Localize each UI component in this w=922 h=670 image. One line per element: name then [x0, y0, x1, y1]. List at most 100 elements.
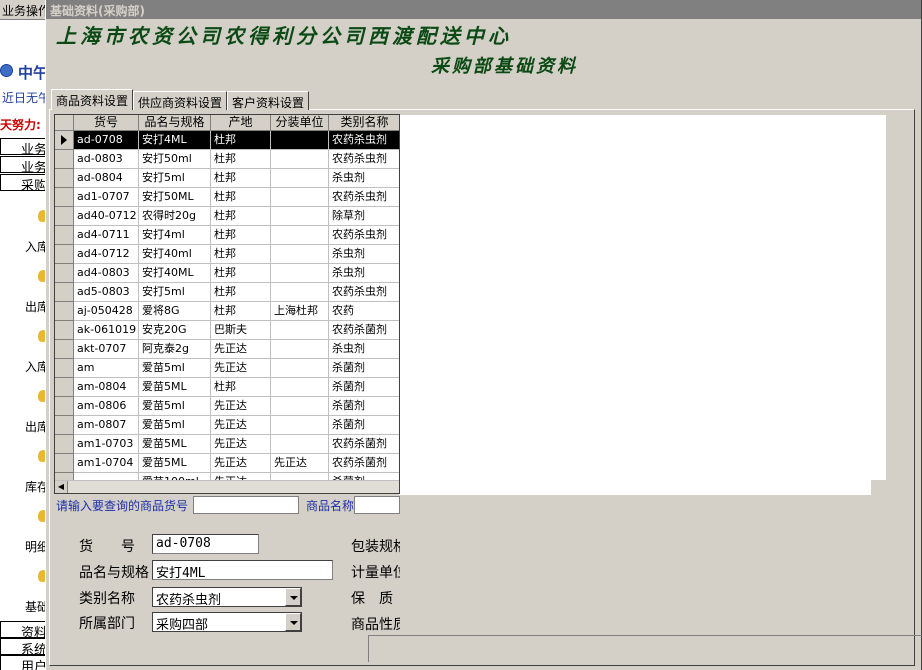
- table-row[interactable]: ad40-0712 农得时20g 杜邦 除草剂: [55, 207, 399, 226]
- cell-unit[interactable]: [271, 188, 329, 207]
- cell-category[interactable]: 杀菌剂: [329, 359, 399, 378]
- cell-origin[interactable]: 杜邦: [211, 226, 271, 245]
- row-indicator[interactable]: [55, 302, 74, 321]
- cell-name[interactable]: 安打50ML: [139, 188, 211, 207]
- cell-name[interactable]: 农得时20g: [139, 207, 211, 226]
- cell-unit[interactable]: [271, 131, 329, 150]
- search-name-input[interactable]: [354, 496, 400, 514]
- cell-name[interactable]: 爱苗5ML: [139, 435, 211, 454]
- cell-name[interactable]: 爱将8G: [139, 302, 211, 321]
- tab-customer-settings[interactable]: 客户资料设置: [227, 91, 310, 110]
- cell-category[interactable]: 杀菌剂: [329, 378, 399, 397]
- cell-unit[interactable]: [271, 435, 329, 454]
- cell-origin[interactable]: 杜邦: [211, 245, 271, 264]
- column-header-unit[interactable]: 分装单位: [271, 115, 329, 131]
- dialog-titlebar[interactable]: 基础资料(采购部): [46, 0, 921, 19]
- scroll-left-icon[interactable]: ◀: [55, 481, 68, 493]
- department-select[interactable]: 采购四部: [152, 612, 302, 632]
- chevron-down-icon[interactable]: [285, 588, 301, 606]
- cell-category[interactable]: 杀虫剂: [329, 169, 399, 188]
- cell-origin[interactable]: 先正达: [211, 416, 271, 435]
- product-grid[interactable]: 货号 品名与规格 产地 分装单位 类别名称 ad-0708 安打4ML 杜邦 农药杀虫…: [54, 114, 400, 494]
- row-indicator[interactable]: [55, 359, 74, 378]
- cell-origin[interactable]: 先正达: [211, 435, 271, 454]
- row-indicator[interactable]: [55, 397, 74, 416]
- bg-bottom-box-3[interactable]: 用户: [0, 655, 50, 670]
- cell-unit[interactable]: [271, 416, 329, 435]
- cell-unit[interactable]: [271, 283, 329, 302]
- cell-code[interactable]: ad-0804: [74, 169, 139, 188]
- cell-code[interactable]: ad1-0707: [74, 188, 139, 207]
- cell-code[interactable]: am-0806: [74, 397, 139, 416]
- row-indicator[interactable]: [55, 131, 74, 150]
- cell-category[interactable]: 农药: [329, 302, 399, 321]
- cell-name[interactable]: 安打40ML: [139, 264, 211, 283]
- cell-unit[interactable]: [271, 321, 329, 340]
- column-header-origin[interactable]: 产地: [211, 115, 271, 131]
- cell-name[interactable]: 安打5ml: [139, 283, 211, 302]
- cell-origin[interactable]: 先正达: [211, 397, 271, 416]
- cell-category[interactable]: 除草剂: [329, 207, 399, 226]
- cell-name[interactable]: 安打50ml: [139, 150, 211, 169]
- cell-category[interactable]: 杀虫剂: [329, 340, 399, 359]
- cell-origin[interactable]: 先正达: [211, 340, 271, 359]
- cell-code[interactable]: ad4-0712: [74, 245, 139, 264]
- column-header-name[interactable]: 品名与规格: [139, 115, 211, 131]
- table-row[interactable]: ad1-0707 安打50ML 杜邦 农药杀虫剂: [55, 188, 399, 207]
- cell-code[interactable]: am1-0704: [74, 454, 139, 473]
- cell-code[interactable]: am-0804: [74, 378, 139, 397]
- cell-category[interactable]: 农药杀菌剂: [329, 454, 399, 473]
- cell-unit[interactable]: [271, 264, 329, 283]
- table-row[interactable]: ad5-0803 安打5ml 杜邦 农药杀虫剂: [55, 283, 399, 302]
- cell-name[interactable]: 爱苗5ML: [139, 454, 211, 473]
- row-indicator[interactable]: [55, 321, 74, 340]
- table-row[interactable]: ad-0708 安打4ML 杜邦 农药杀虫剂: [55, 131, 399, 150]
- tab-supplier-settings[interactable]: 供应商资料设置: [133, 91, 228, 110]
- cell-category[interactable]: 杀虫剂: [329, 245, 399, 264]
- cell-origin[interactable]: 杜邦: [211, 188, 271, 207]
- cell-category[interactable]: 农药杀菌剂: [329, 435, 399, 454]
- table-row[interactable]: am-0804 爱苗5ML 杜邦 杀菌剂: [55, 378, 399, 397]
- cell-name[interactable]: 爱苗5ml: [139, 397, 211, 416]
- cell-code[interactable]: ad5-0803: [74, 283, 139, 302]
- cell-code[interactable]: ad4-0803: [74, 264, 139, 283]
- cell-category[interactable]: 杀菌剂: [329, 416, 399, 435]
- chevron-down-icon[interactable]: [285, 613, 301, 631]
- horizontal-scrollbar[interactable]: ◀: [55, 480, 399, 493]
- tab-product-settings[interactable]: 商品资料设置: [51, 89, 134, 110]
- cell-origin[interactable]: 杜邦: [211, 169, 271, 188]
- cell-unit[interactable]: [271, 169, 329, 188]
- cell-unit[interactable]: 先正达: [271, 454, 329, 473]
- cell-unit[interactable]: [271, 226, 329, 245]
- table-row[interactable]: ad4-0712 安打40ml 杜邦 杀虫剂: [55, 245, 399, 264]
- cell-code[interactable]: am: [74, 359, 139, 378]
- cell-origin[interactable]: 先正达: [211, 359, 271, 378]
- column-header-code[interactable]: 货号: [74, 115, 139, 131]
- cell-origin[interactable]: 杜邦: [211, 264, 271, 283]
- bg-menu-box-2[interactable]: 业务: [0, 156, 50, 173]
- row-indicator[interactable]: [55, 245, 74, 264]
- row-indicator[interactable]: [55, 378, 74, 397]
- cell-unit[interactable]: [271, 245, 329, 264]
- cell-origin[interactable]: 杜邦: [211, 283, 271, 302]
- table-row[interactable]: ak-061019 安克20G 巴斯夫 农药杀菌剂: [55, 321, 399, 340]
- cell-name[interactable]: 安打40ml: [139, 245, 211, 264]
- table-row[interactable]: ad-0803 安打50ml 杜邦 农药杀虫剂: [55, 150, 399, 169]
- cell-origin[interactable]: 杜邦: [211, 302, 271, 321]
- cell-origin[interactable]: 杜邦: [211, 150, 271, 169]
- cell-name[interactable]: 爱苗5ML: [139, 378, 211, 397]
- cell-code[interactable]: ad40-0712: [74, 207, 139, 226]
- cell-unit[interactable]: [271, 359, 329, 378]
- column-header-category[interactable]: 类别名称: [329, 115, 399, 131]
- bg-menu-box-1[interactable]: 业务: [0, 138, 50, 155]
- cell-code[interactable]: aj-050428: [74, 302, 139, 321]
- cell-origin[interactable]: 杜邦: [211, 207, 271, 226]
- cell-name[interactable]: 爱苗5ml: [139, 416, 211, 435]
- cell-category[interactable]: 农药杀虫剂: [329, 150, 399, 169]
- cell-name[interactable]: 安克20G: [139, 321, 211, 340]
- cell-origin[interactable]: 杜邦: [211, 131, 271, 150]
- search-code-input[interactable]: [193, 496, 299, 514]
- row-indicator[interactable]: [55, 435, 74, 454]
- table-row[interactable]: am1-0704 爱苗5ML 先正达 先正达 农药杀菌剂: [55, 454, 399, 473]
- table-row[interactable]: ad-0804 安打5ml 杜邦 杀虫剂: [55, 169, 399, 188]
